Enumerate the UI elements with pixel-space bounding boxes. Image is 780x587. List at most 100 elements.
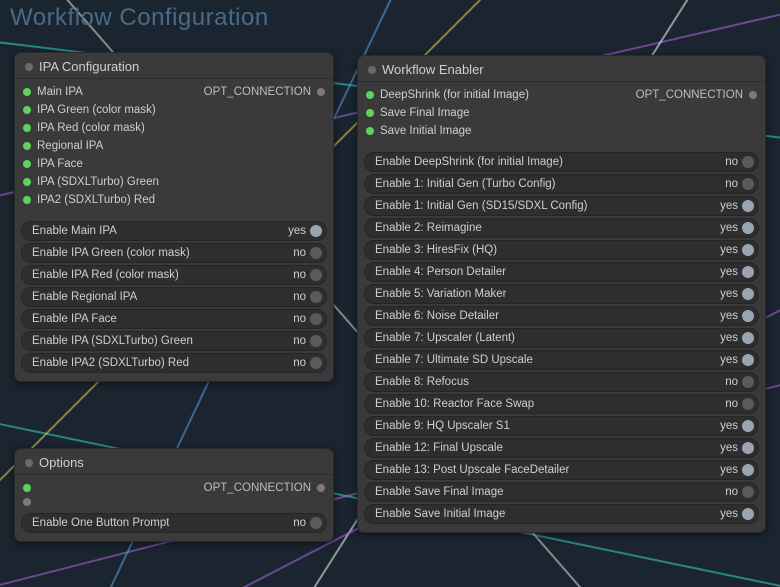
toggle-knob-icon[interactable] bbox=[742, 244, 754, 256]
toggle-knob-icon[interactable] bbox=[742, 200, 754, 212]
toggle-label: Enable Regional IPA bbox=[32, 291, 137, 303]
toggle-value: no bbox=[718, 156, 738, 168]
toggle-row[interactable]: Enable IPA Green (color mask) no bbox=[21, 243, 327, 263]
toggle-value: no bbox=[286, 335, 306, 347]
toggle-row[interactable]: Enable IPA (SDXLTurbo) Greenno bbox=[21, 331, 327, 351]
node-options[interactable]: Options OPT_CONNECTION Enable One Button… bbox=[14, 448, 334, 542]
output-port-label: OPT_CONNECTION bbox=[204, 84, 311, 100]
toggle-value: no bbox=[286, 247, 306, 259]
toggle-row[interactable]: Enable 10: Reactor Face Swapno bbox=[364, 394, 759, 414]
toggle-knob-icon[interactable] bbox=[310, 225, 322, 237]
input-port-dot[interactable] bbox=[23, 160, 31, 168]
toggle-value: yes bbox=[718, 288, 738, 300]
toggle-knob-icon[interactable] bbox=[742, 266, 754, 278]
toggle-row[interactable]: Enable 1: Initial Gen (SD15/SDXL Config)… bbox=[364, 196, 759, 216]
input-port-label: IPA (SDXLTurbo) Green bbox=[37, 174, 159, 190]
toggle-knob-icon[interactable] bbox=[742, 464, 754, 476]
toggle-knob-icon[interactable] bbox=[742, 376, 754, 388]
toggle-knob-icon[interactable] bbox=[310, 335, 322, 347]
node-ipa-configuration[interactable]: IPA Configuration Main IPA OPT_CONNECTIO… bbox=[14, 52, 334, 382]
toggle-knob-icon[interactable] bbox=[742, 332, 754, 344]
toggle-row[interactable]: Enable 2: Reimagineyes bbox=[364, 218, 759, 238]
toggle-knob-icon[interactable] bbox=[310, 247, 322, 259]
toggle-label: Enable 8: Refocus bbox=[375, 376, 469, 388]
widget-list: Enable DeepShrink (for initial Image)noE… bbox=[358, 148, 765, 532]
toggle-row[interactable]: Enable 7: Upscaler (Latent)yes bbox=[364, 328, 759, 348]
toggle-row[interactable]: Enable Save Initial Imageyes bbox=[364, 504, 759, 524]
node-workflow-enabler[interactable]: Workflow Enabler DeepShrink (for initial… bbox=[357, 55, 766, 533]
node-title-bar[interactable]: Options bbox=[15, 449, 333, 475]
toggle-row[interactable]: Enable 5: Variation Maker yes bbox=[364, 284, 759, 304]
output-port-dot[interactable] bbox=[317, 484, 325, 492]
toggle-row[interactable]: Enable Regional IPAno bbox=[21, 287, 327, 307]
collapse-dot-icon[interactable] bbox=[25, 63, 33, 71]
toggle-knob-icon[interactable] bbox=[742, 310, 754, 322]
toggle-label: Enable 5: Variation Maker bbox=[375, 288, 506, 300]
toggle-row[interactable]: Enable One Button Promptno bbox=[21, 513, 327, 533]
toggle-row[interactable]: Enable 13: Post Upscale FaceDetailer yes bbox=[364, 460, 759, 480]
toggle-knob-icon[interactable] bbox=[742, 354, 754, 366]
input-port-dot[interactable] bbox=[23, 124, 31, 132]
toggle-knob-icon[interactable] bbox=[742, 222, 754, 234]
toggle-row[interactable]: Enable 8: Refocusno bbox=[364, 372, 759, 392]
input-port-dot[interactable] bbox=[366, 109, 374, 117]
output-port-dot[interactable] bbox=[749, 91, 757, 99]
toggle-row[interactable]: Enable IPA Faceno bbox=[21, 309, 327, 329]
toggle-label: Enable 1: Initial Gen (SD15/SDXL Config) bbox=[375, 200, 587, 212]
toggle-knob-icon[interactable] bbox=[742, 288, 754, 300]
toggle-value: no bbox=[718, 398, 738, 410]
toggle-row[interactable]: Enable 9: HQ Upscaler S1yes bbox=[364, 416, 759, 436]
toggle-row[interactable]: Enable Main IPAyes bbox=[21, 221, 327, 241]
toggle-row[interactable]: Enable 4: Person Detaileryes bbox=[364, 262, 759, 282]
node-title-bar[interactable]: Workflow Enabler bbox=[358, 56, 765, 82]
output-port-dot[interactable] bbox=[317, 88, 325, 96]
toggle-row[interactable]: Enable Save Final Imageno bbox=[364, 482, 759, 502]
toggle-knob-icon[interactable] bbox=[742, 486, 754, 498]
toggle-value: yes bbox=[718, 464, 738, 476]
input-port-dot[interactable] bbox=[23, 196, 31, 204]
toggle-row[interactable]: Enable 7: Ultimate SD Upscaleyes bbox=[364, 350, 759, 370]
toggle-value: yes bbox=[718, 222, 738, 234]
node-title-bar[interactable]: IPA Configuration bbox=[15, 53, 333, 79]
toggle-knob-icon[interactable] bbox=[742, 178, 754, 190]
toggle-knob-icon[interactable] bbox=[742, 508, 754, 520]
toggle-value: yes bbox=[718, 508, 738, 520]
input-port-dot[interactable] bbox=[23, 484, 31, 492]
input-port-label: Save Initial Image bbox=[380, 123, 471, 139]
toggle-knob-icon[interactable] bbox=[310, 269, 322, 281]
toggle-row[interactable]: Enable IPA Red (color mask)no bbox=[21, 265, 327, 285]
toggle-knob-icon[interactable] bbox=[310, 357, 322, 369]
input-port-dot[interactable] bbox=[23, 88, 31, 96]
toggle-row[interactable]: Enable 12: Final Upscaleyes bbox=[364, 438, 759, 458]
toggle-knob-icon[interactable] bbox=[742, 398, 754, 410]
toggle-row[interactable]: Enable 3: HiresFix (HQ)yes bbox=[364, 240, 759, 260]
toggle-knob-icon[interactable] bbox=[742, 442, 754, 454]
toggle-row[interactable]: Enable 1: Initial Gen (Turbo Config)no bbox=[364, 174, 759, 194]
toggle-knob-icon[interactable] bbox=[742, 420, 754, 432]
input-port-dot[interactable] bbox=[23, 106, 31, 114]
toggle-label: Enable IPA Green (color mask) bbox=[32, 247, 190, 259]
toggle-row[interactable]: Enable IPA2 (SDXLTurbo) Redno bbox=[21, 353, 327, 373]
toggle-value: no bbox=[286, 269, 306, 281]
input-port-label: IPA Face bbox=[37, 156, 83, 172]
input-port-dot[interactable] bbox=[366, 91, 374, 99]
output-port-label: OPT_CONNECTION bbox=[204, 480, 311, 496]
input-port-dot[interactable] bbox=[366, 127, 374, 135]
toggle-label: Enable 13: Post Upscale FaceDetailer bbox=[375, 464, 569, 476]
toggle-knob-icon[interactable] bbox=[310, 291, 322, 303]
input-port-dot[interactable] bbox=[23, 142, 31, 150]
toggle-knob-icon[interactable] bbox=[310, 517, 322, 529]
toggle-knob-icon[interactable] bbox=[742, 156, 754, 168]
input-port-dot[interactable] bbox=[23, 178, 31, 186]
collapse-dot-icon[interactable] bbox=[25, 459, 33, 467]
collapse-dot-icon[interactable] bbox=[368, 66, 376, 74]
toggle-knob-icon[interactable] bbox=[310, 313, 322, 325]
widget-list: Enable Main IPAyesEnable IPA Green (colo… bbox=[15, 217, 333, 381]
input-port-label: IPA Green (color mask) bbox=[37, 102, 156, 118]
toggle-label: Enable IPA2 (SDXLTurbo) Red bbox=[32, 357, 189, 369]
toggle-row[interactable]: Enable 6: Noise Detaileryes bbox=[364, 306, 759, 326]
toggle-row[interactable]: Enable DeepShrink (for initial Image)no bbox=[364, 152, 759, 172]
extra-port-dot[interactable] bbox=[23, 498, 31, 506]
node-title-text: Options bbox=[39, 455, 84, 470]
widget-list: Enable One Button Promptno bbox=[15, 509, 333, 541]
